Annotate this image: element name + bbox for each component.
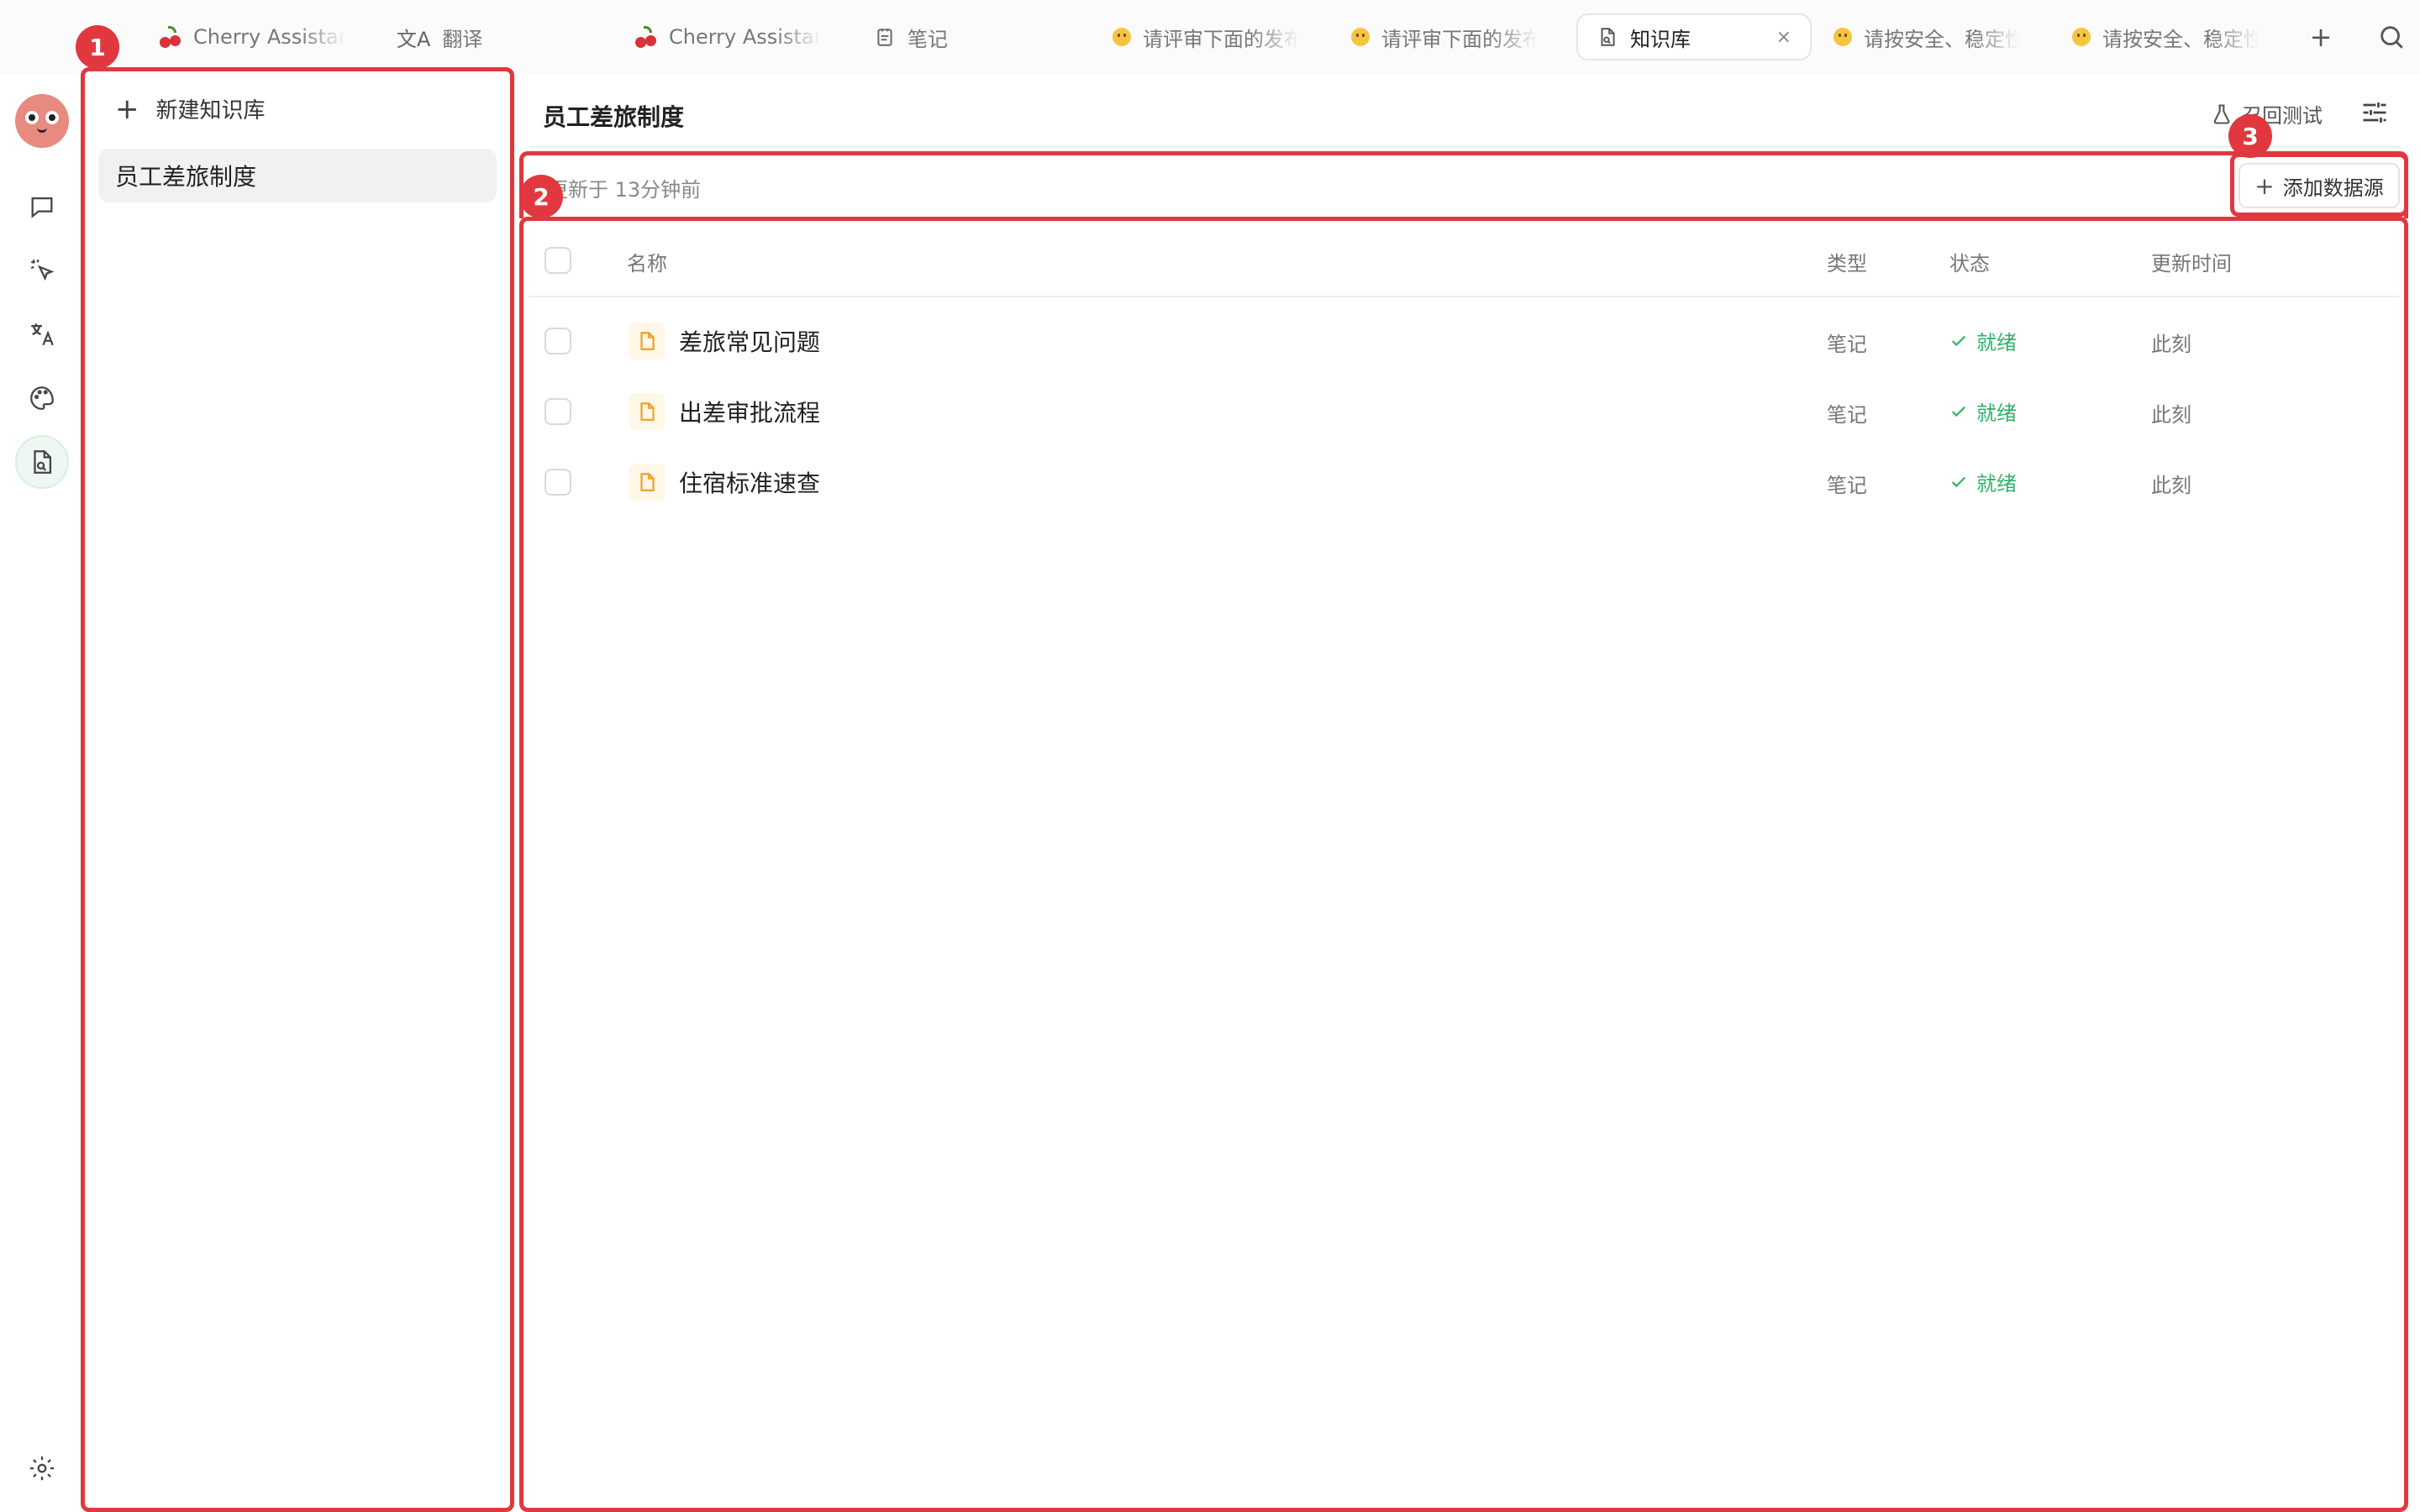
check-icon: [1951, 335, 1966, 346]
row-checkbox[interactable]: [544, 328, 571, 354]
table-header-divider: [528, 296, 2400, 297]
add-tab-button[interactable]: +: [2301, 17, 2341, 57]
nav-agents[interactable]: [15, 244, 69, 297]
updated-time-text: 更新于 13分钟前: [548, 178, 702, 202]
row-updated: 此刻: [2151, 403, 2191, 427]
status-badge: 就绪: [1949, 396, 2017, 426]
plus-icon: +: [2309, 21, 2333, 53]
tab-review-2[interactable]: 请评审下面的发布: [1339, 13, 1549, 60]
plus-icon: +: [115, 92, 139, 126]
column-updated: 更新时间: [2151, 252, 2232, 276]
file-icon: [629, 464, 666, 501]
chat-icon: [31, 197, 53, 218]
emoji-icon: [1351, 28, 1370, 46]
row-name: 差旅常见问题: [679, 328, 821, 356]
sliders-icon: [2363, 102, 2386, 123]
cherry-icon: [635, 26, 657, 48]
tab-translate[interactable]: 文A 翻译: [385, 13, 519, 60]
tab-notes[interactable]: 笔记: [862, 13, 997, 60]
marker-2: 2: [519, 175, 563, 218]
page-title: 员工差旅制度: [543, 103, 685, 131]
nav-knowledge-base[interactable]: [15, 435, 69, 489]
emoji-icon: [1833, 28, 1852, 46]
new-knowledge-base-button[interactable]: + 新建知识库: [115, 93, 266, 124]
row-type: 笔记: [1827, 403, 1867, 427]
table-row[interactable]: 出差审批流程 笔记 就绪 此刻: [528, 376, 2400, 447]
row-type: 笔记: [1827, 474, 1867, 497]
avatar[interactable]: [15, 94, 69, 148]
check-icon: [1951, 476, 1966, 487]
toolbar-highlight: [519, 151, 2408, 218]
search-button[interactable]: [2371, 17, 2412, 57]
row-type: 笔记: [1827, 333, 1867, 356]
cherry-icon: [160, 26, 182, 48]
file-icon: [629, 323, 666, 360]
column-status: 状态: [1949, 252, 1990, 276]
tab-cherry-assistant-2[interactable]: Cherry Assistant: [623, 13, 834, 60]
table-row[interactable]: 住宿标准速查 笔记 就绪 此刻: [528, 447, 2400, 517]
flask-icon: [2213, 103, 2230, 124]
knowledge-base-list: + 新建知识库 员工差旅制度: [81, 67, 514, 1512]
nav-paint[interactable]: [15, 371, 69, 425]
header-divider: [529, 146, 2400, 148]
translate-icon: [31, 323, 54, 346]
marker-3: 3: [2228, 114, 2272, 158]
emoji-icon: [1113, 28, 1131, 46]
cursor-sparkle-icon: [30, 259, 55, 281]
nav-chat[interactable]: [15, 180, 69, 234]
knowledge-settings-button[interactable]: [2360, 97, 2393, 131]
knowledge-base-item[interactable]: 员工差旅制度: [98, 149, 497, 202]
marker-1: 1: [76, 25, 119, 69]
tab-knowledge-base[interactable]: 知识库 ×: [1576, 13, 1812, 60]
knowledge-icon: [34, 450, 52, 474]
row-name: 住宿标准速查: [679, 470, 821, 497]
nav-translate[interactable]: [15, 307, 69, 361]
status-badge: 就绪: [1949, 326, 2017, 355]
status-badge: 就绪: [1949, 467, 2017, 496]
row-updated: 此刻: [2151, 333, 2191, 356]
note-icon: [877, 29, 892, 46]
column-type: 类型: [1827, 252, 1867, 276]
tab-review-1[interactable]: 请评审下面的发布: [1101, 13, 1311, 60]
translate-icon: 文A: [397, 27, 431, 51]
check-icon: [1951, 406, 1966, 417]
emoji-icon: [2072, 28, 2091, 46]
row-checkbox[interactable]: [544, 398, 571, 425]
file-icon: [629, 393, 666, 430]
search-icon: [2381, 26, 2403, 49]
gear-icon: [29, 1456, 55, 1481]
plus-icon: +: [2254, 171, 2275, 200]
column-name: 名称: [627, 252, 667, 276]
row-updated: 此刻: [2151, 474, 2191, 497]
add-data-source-button[interactable]: + 添加数据源: [2238, 163, 2400, 208]
tab-security-1[interactable]: 请按安全、稳定性: [1822, 13, 2032, 60]
palette-icon: [30, 386, 54, 410]
tab-security-2[interactable]: 请按安全、稳定性: [2060, 13, 2270, 60]
tab-bar: Cherry Assistant 文A 翻译 Cherry Assistant …: [0, 0, 2420, 74]
row-checkbox[interactable]: [544, 469, 571, 496]
knowledge-icon: [1601, 28, 1615, 46]
select-all-checkbox[interactable]: [544, 247, 571, 274]
tab-cherry-assistant-1[interactable]: Cherry Assistant: [148, 13, 358, 60]
table-header: 名称 类型 状态 更新时间: [528, 240, 2400, 297]
nav-rail: [0, 74, 81, 1512]
table-row[interactable]: 差旅常见问题 笔记 就绪 此刻: [528, 306, 2400, 376]
nav-settings[interactable]: [15, 1441, 69, 1495]
row-name: 出差审批流程: [679, 399, 821, 427]
tab-close-icon[interactable]: ×: [1776, 27, 1791, 48]
